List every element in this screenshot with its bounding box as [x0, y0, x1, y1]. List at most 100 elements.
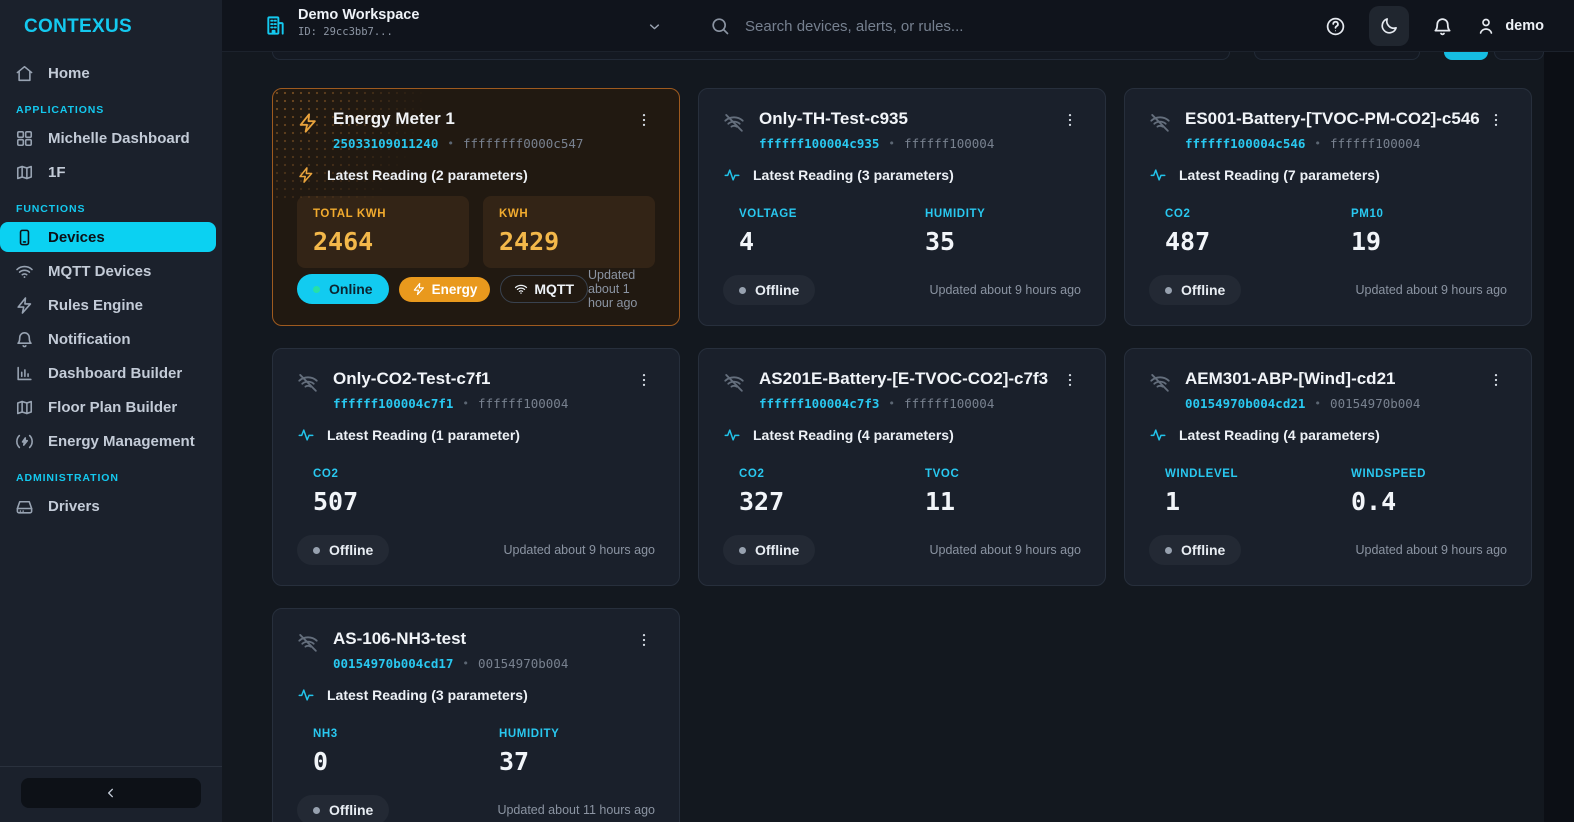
home-icon	[15, 64, 34, 83]
sidebar-item-label: 1F	[48, 164, 66, 181]
device-id-link[interactable]: ffffff100004c7f1	[333, 396, 453, 411]
device-id-link[interactable]: ffffff100004c7f3	[759, 396, 879, 411]
card-menu-button[interactable]	[633, 369, 655, 391]
sidebar-item-drivers[interactable]: Drivers	[0, 491, 216, 521]
status-badge: Offline	[297, 535, 389, 565]
card-header: AEM301-ABP-[Wind]-cd2100154970b004cd21•0…	[1149, 369, 1507, 411]
status-dot-icon	[739, 287, 746, 294]
device-ids: ffffff100004c935•ffffff100004	[759, 136, 1045, 151]
sidebar-item-energy-management[interactable]: Energy Management	[0, 426, 216, 456]
latest-reading-row: Latest Reading (1 parameter)	[297, 426, 655, 444]
sidebar-item-notification[interactable]: Notification	[0, 324, 216, 354]
parameter-value: 4	[739, 227, 879, 256]
parameter-value: 19	[1351, 227, 1491, 256]
parameter-label: HUMIDITY	[499, 728, 639, 740]
parameter-value: 2464	[313, 227, 453, 256]
sidebar-item-rules-engine[interactable]: Rules Engine	[0, 290, 216, 320]
mqtt-badge: MQTT	[500, 275, 588, 303]
card-menu-button[interactable]	[633, 109, 655, 131]
device-id-link[interactable]: ffffff100004c935	[759, 136, 879, 151]
workspace-chevron-down-icon[interactable]	[646, 18, 663, 35]
updated-text: Updated about 9 hours ago	[503, 543, 655, 557]
parameter-label: PM10	[1351, 208, 1491, 220]
parameter-label: CO2	[313, 468, 453, 480]
sidebar-item-1f[interactable]: 1F	[0, 157, 216, 187]
wifi-off-icon	[723, 372, 745, 394]
parameter-tile: CO2 507	[297, 456, 469, 528]
sidebar-collapse-button[interactable]	[21, 778, 201, 808]
sidebar-item-mqtt-devices[interactable]: MQTT Devices	[0, 256, 216, 286]
parameter-label: WINDLEVEL	[1165, 468, 1305, 480]
parameter-tile: PM10 19	[1335, 196, 1507, 268]
status-dot-icon	[313, 807, 320, 814]
device-id-link[interactable]: 25033109011240	[333, 136, 438, 151]
device-card[interactable]: Only-CO2-Test-c7f1ffffff100004c7f1•fffff…	[272, 348, 680, 586]
latest-reading-row: Latest Reading (3 parameters)	[297, 686, 655, 704]
card-menu-button[interactable]	[1059, 109, 1081, 131]
parameter-label: TVOC	[925, 468, 1065, 480]
latest-reading-label: Latest Reading (7 parameters)	[1179, 167, 1380, 183]
parameter-label: CO2	[739, 468, 879, 480]
parameter-value: 35	[925, 227, 1065, 256]
card-menu-button[interactable]	[633, 629, 655, 651]
device-ids: ffffff100004c546•ffffff100004	[1185, 136, 1471, 151]
plug-zap-icon	[15, 432, 34, 451]
help-button[interactable]	[1325, 16, 1346, 37]
device-id-link[interactable]: ffffff100004c546	[1185, 136, 1305, 151]
parameter-value: 507	[313, 487, 453, 516]
map-icon	[15, 163, 34, 182]
sidebar-item-dashboard-builder[interactable]: Dashboard Builder	[0, 358, 216, 388]
gateway-id: ffffff100004	[1330, 136, 1420, 151]
clipped-secondary-button[interactable]	[1494, 52, 1544, 60]
more-vertical-icon	[1061, 371, 1079, 389]
sidebar-item-michelle-dashboard[interactable]: Michelle Dashboard	[0, 123, 216, 153]
parameter-label: WINDSPEED	[1351, 468, 1491, 480]
theme-toggle-button[interactable]	[1369, 6, 1409, 46]
separator-dot: •	[447, 137, 454, 150]
workspace-selector[interactable]: Demo Workspace ID: 29cc3bb7...	[264, 7, 419, 38]
device-id-link[interactable]: 00154970b004cd17	[333, 656, 453, 671]
status-label: Online	[329, 281, 373, 297]
wifi-off-icon	[297, 632, 319, 654]
device-card[interactable]: AEM301-ABP-[Wind]-cd2100154970b004cd21•0…	[1124, 348, 1532, 586]
wifi-off-icon	[1149, 372, 1171, 394]
bell-icon	[15, 330, 34, 349]
scrollbar-track[interactable]	[1544, 52, 1574, 822]
device-card[interactable]: AS-106-NH3-test00154970b004cd17•00154970…	[272, 608, 680, 822]
gateway-id: ffffff100004	[904, 136, 994, 151]
gateway-id: 00154970b004	[478, 656, 568, 671]
device-card[interactable]: Only-TH-Test-c935ffffff100004c935•ffffff…	[698, 88, 1106, 326]
wifi-icon	[514, 282, 528, 296]
clipped-toolbar-filter-input[interactable]	[272, 52, 1230, 60]
card-header: Only-CO2-Test-c7f1ffffff100004c7f1•fffff…	[297, 369, 655, 411]
device-card[interactable]: ES001-Battery-[TVOC-PM-CO2]-c546ffffff10…	[1124, 88, 1532, 326]
device-status-icon	[723, 372, 745, 394]
device-card[interactable]: AS201E-Battery-[E-TVOC-CO2]-c7f3 ffffff10…	[698, 348, 1106, 586]
card-menu-button[interactable]	[1059, 369, 1081, 391]
building-icon	[264, 7, 287, 37]
device-card[interactable]: Energy Meter 125033109011240•ffffffff000…	[272, 88, 680, 326]
topbar: Demo Workspace ID: 29cc3bb7... demo	[222, 0, 1574, 52]
map-icon	[15, 398, 34, 417]
user-menu[interactable]: demo	[1476, 16, 1544, 36]
sidebar-item-home[interactable]: Home	[0, 58, 216, 88]
device-status-icon	[297, 372, 319, 394]
device-id-link[interactable]: 00154970b004cd21	[1185, 396, 1305, 411]
card-menu-button[interactable]	[1485, 369, 1507, 391]
gateway-id: ffffff100004	[904, 396, 994, 411]
search-input[interactable]	[743, 17, 1270, 36]
wifi-off-icon	[297, 372, 319, 394]
latest-reading-row: Latest Reading (7 parameters)	[1149, 166, 1507, 184]
card-menu-button[interactable]	[1485, 109, 1507, 131]
card-footer: OfflineUpdated about 9 hours ago	[1149, 535, 1507, 565]
device-name: AS201E-Battery-[E-TVOC-CO2]-c7f3	[759, 369, 1045, 389]
clipped-primary-button[interactable]	[1444, 52, 1488, 60]
status-badge: Offline	[723, 275, 815, 305]
parameter-value: 487	[1165, 227, 1305, 256]
device-name: AS-106-NH3-test	[333, 629, 619, 649]
sidebar-item-devices[interactable]: Devices	[0, 222, 216, 252]
status-label: Offline	[329, 802, 373, 818]
sidebar-item-floor-plan-builder[interactable]: Floor Plan Builder	[0, 392, 216, 422]
clipped-toolbar-dropdown[interactable]	[1254, 52, 1420, 60]
notifications-button[interactable]	[1432, 16, 1453, 37]
